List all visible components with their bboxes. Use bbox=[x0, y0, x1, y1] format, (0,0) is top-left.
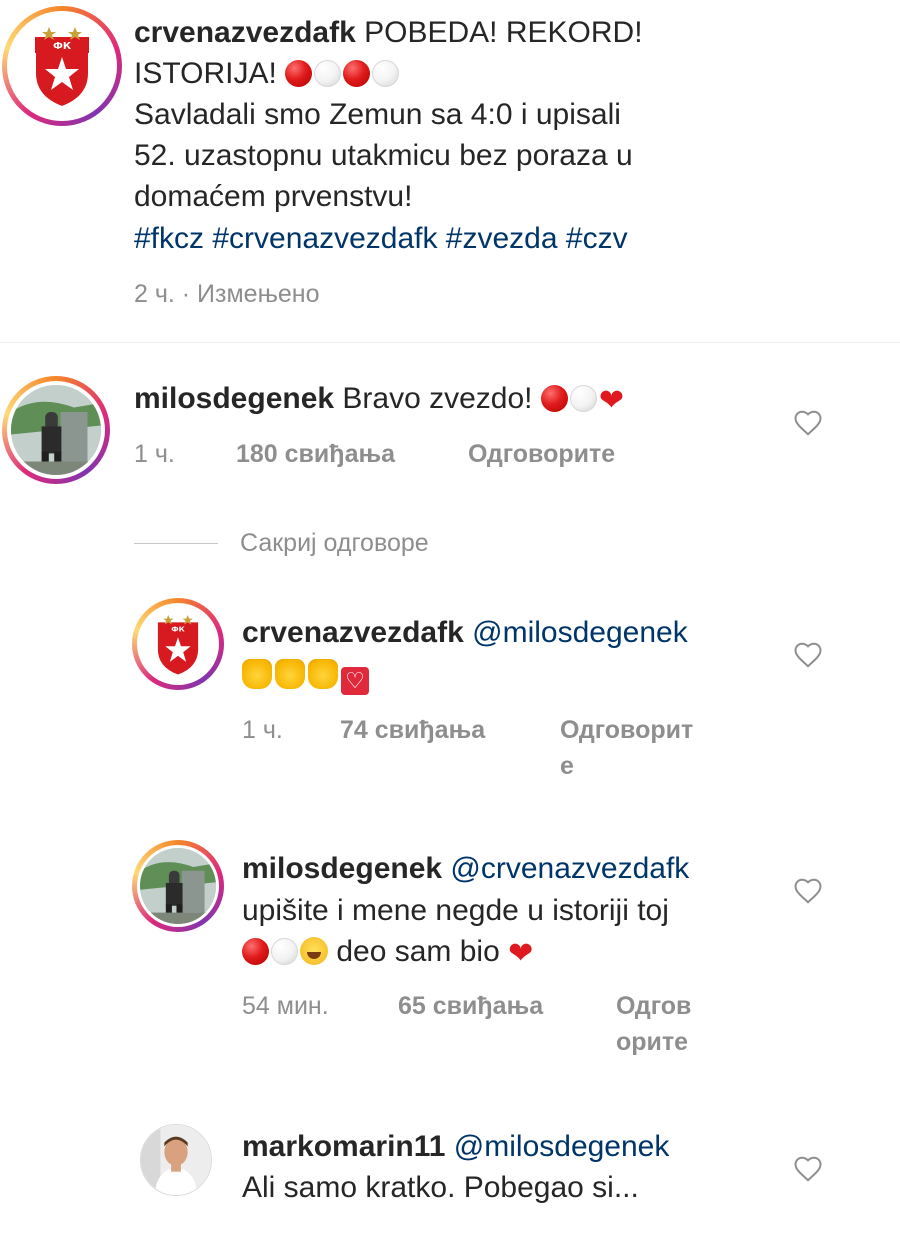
red-circle-icon bbox=[285, 60, 313, 87]
crvena-zvezda-logo: ФК bbox=[11, 15, 113, 117]
reply-text-line3: deo sam bio ❤ bbox=[242, 931, 782, 972]
comment-reply-button[interactable]: Одговорите bbox=[468, 436, 615, 472]
reply-time: 54 мин. bbox=[242, 992, 329, 1020]
hide-replies-line bbox=[134, 543, 218, 544]
reply-username[interactable]: crvenazvezdafk bbox=[242, 616, 464, 649]
hide-replies-button[interactable]: Сакриј одговоре bbox=[240, 525, 429, 561]
post-username[interactable]: crvenazvezdafk bbox=[134, 16, 356, 49]
crvena-zvezda-logo: ФК bbox=[140, 606, 216, 682]
comment-text: milosdegenek Bravo zvezdo! ❤ bbox=[134, 382, 624, 417]
post-time: 2 ч. bbox=[134, 280, 175, 308]
heart-outline-icon[interactable] bbox=[793, 876, 823, 906]
reply-avatar-milosdegenek[interactable] bbox=[132, 840, 224, 932]
white-circle-icon bbox=[271, 938, 298, 965]
red-circle-icon bbox=[242, 938, 269, 965]
white-circle-icon bbox=[314, 60, 342, 87]
avatar-photo bbox=[140, 848, 216, 924]
red-circle-icon bbox=[343, 60, 371, 87]
post-meta: 2 ч. · Измењено bbox=[134, 276, 320, 312]
post-caption-line5: domaćem prvenstvu! bbox=[134, 180, 413, 213]
clapping-hands-icon bbox=[308, 659, 338, 689]
post-author-avatar[interactable]: ФК bbox=[2, 6, 122, 126]
post-edited: · Измењено bbox=[181, 280, 320, 308]
white-circle-icon bbox=[372, 60, 400, 87]
reply-text: crvenazvezdafk @milosdegenek bbox=[242, 612, 782, 653]
comment-likes[interactable]: 180 свиђања bbox=[236, 436, 395, 472]
heart-box-icon: ♡ bbox=[341, 667, 369, 695]
comment-meta: 1 ч. bbox=[134, 436, 175, 472]
red-heart-icon: ❤ bbox=[598, 384, 624, 417]
reply-text: markomarin11 @milosdegenek bbox=[242, 1126, 782, 1167]
cutoff-meta-row bbox=[242, 1222, 730, 1237]
post-caption-line3: Savladali smo Zemun sa 4:0 i upisali bbox=[134, 98, 621, 131]
reply-likes[interactable]: 65 свиђања bbox=[398, 988, 543, 1024]
clapping-hands-icon bbox=[242, 659, 272, 689]
reply-mention[interactable]: @milosdegenek bbox=[472, 616, 688, 649]
post-caption-line4: 52. uzastopnu utakmicu bez poraza u bbox=[134, 139, 633, 172]
comment-username[interactable]: milosdegenek bbox=[134, 382, 334, 415]
reply-time: 1 ч. bbox=[242, 716, 283, 744]
avatar-photo bbox=[141, 1125, 211, 1195]
reply-text-line2: Ali samo kratko. Pobegao si... bbox=[242, 1171, 639, 1204]
reply-mention[interactable]: @crvenazvezdafk bbox=[450, 852, 689, 885]
reply-text: milosdegenek @crvenazvezdafk bbox=[242, 848, 782, 889]
reply-mention[interactable]: @milosdegenek bbox=[454, 1130, 670, 1163]
post-hashtags[interactable]: #fkcz #crvenazvezdafk #zvezda #czv bbox=[134, 218, 894, 259]
reply-reply-button[interactable]: Одговорит е bbox=[560, 712, 693, 784]
reply-likes[interactable]: 74 свиђања bbox=[340, 712, 485, 748]
avatar-photo bbox=[11, 385, 101, 475]
reply-avatar-markomarin11[interactable] bbox=[140, 1124, 212, 1196]
reply-text-line2: upišite i mene negde u istoriji toj bbox=[242, 894, 669, 927]
heart-outline-icon[interactable] bbox=[793, 640, 823, 670]
comment-avatar-milosdegenek[interactable] bbox=[2, 376, 110, 484]
post-divider bbox=[0, 342, 900, 343]
face-with-tears-of-joy-icon bbox=[300, 937, 328, 965]
red-circle-icon bbox=[540, 385, 568, 412]
reply-avatar-crvenazvezdafk[interactable]: ФК bbox=[132, 598, 224, 690]
white-circle-icon bbox=[569, 385, 597, 412]
reply-username[interactable]: markomarin11 bbox=[242, 1130, 445, 1163]
reply-reply-button[interactable]: Одгов орите bbox=[616, 988, 691, 1060]
comment-time: 1 ч. bbox=[134, 440, 175, 468]
red-heart-icon: ❤ bbox=[508, 937, 534, 970]
heart-outline-icon[interactable] bbox=[793, 408, 823, 438]
svg-text:ФК: ФК bbox=[53, 41, 72, 52]
post-caption-line2: ISTORIJA! bbox=[134, 53, 894, 94]
svg-text:ФК: ФК bbox=[171, 624, 184, 633]
reply-emoji-line: ♡ bbox=[242, 654, 782, 695]
post-caption-line1: crvenazvezdafk POBEDA! REKORD! bbox=[134, 16, 643, 49]
heart-outline-icon[interactable] bbox=[793, 1154, 823, 1184]
clapping-hands-icon bbox=[275, 659, 305, 689]
reply-username[interactable]: milosdegenek bbox=[242, 852, 442, 885]
